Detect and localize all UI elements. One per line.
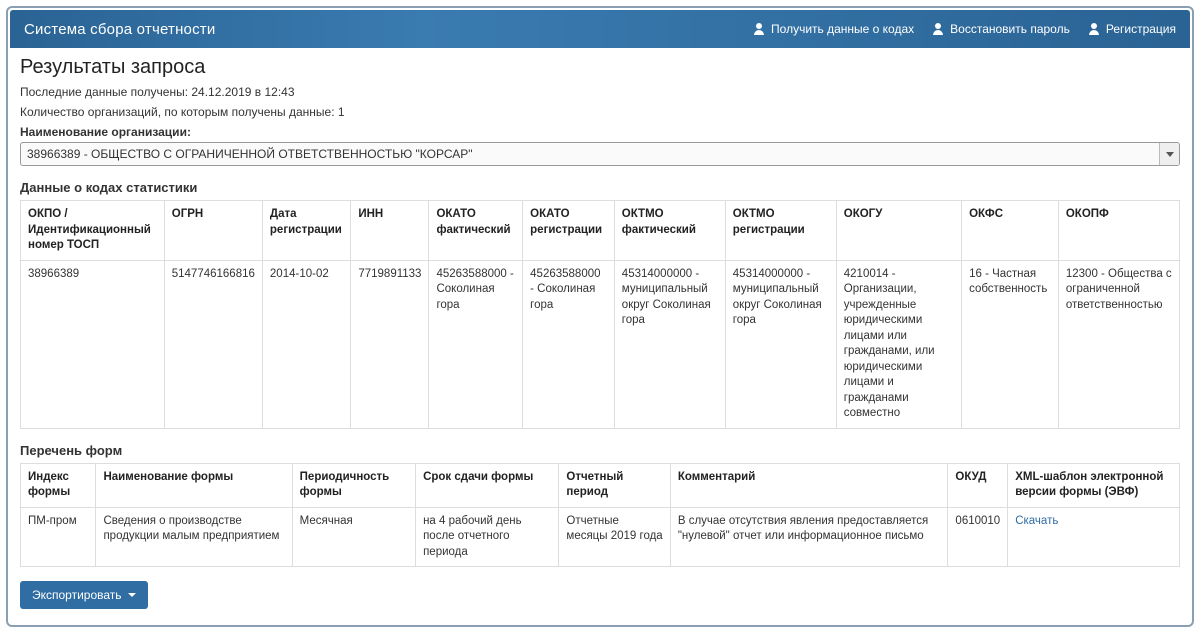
cell-inn: 7719891133 xyxy=(351,260,429,428)
table-header-row: Индекс формы Наименование формы Периодич… xyxy=(21,463,1180,507)
col-form-report-period: Отчетный период xyxy=(559,463,670,507)
cell-okato-reg: 45263588000 - Соколиная гора xyxy=(523,260,615,428)
download-icon xyxy=(753,23,765,35)
cell-form-xml: Скачать xyxy=(1008,507,1180,567)
org-select[interactable]: 38966389 - ОБЩЕСТВО С ОГРАНИЧЕННОЙ ОТВЕТ… xyxy=(20,142,1180,166)
nav-restore-password-link[interactable]: Восстановить пароль xyxy=(932,22,1070,36)
content-area: Результаты запроса Последние данные полу… xyxy=(10,48,1190,623)
cell-okpo: 38966389 xyxy=(21,260,165,428)
forms-section-title: Перечень форм xyxy=(20,443,1180,458)
export-button-label: Экспортировать xyxy=(32,588,122,602)
cell-form-name: Сведения о производстве продукции малым … xyxy=(96,507,292,567)
nav-link-label: Получить данные о кодах xyxy=(771,22,914,36)
cell-okato-fact: 45263588000 - Соколиная гора xyxy=(429,260,523,428)
person-icon xyxy=(1088,23,1100,35)
col-oktmo-reg: ОКТМО регистрации xyxy=(725,201,836,261)
nav-link-label: Регистрация xyxy=(1106,22,1176,36)
org-select-arrow[interactable] xyxy=(1159,143,1179,165)
cell-reg-date: 2014-10-02 xyxy=(262,260,350,428)
cell-form-index: ПМ-пром xyxy=(21,507,96,567)
col-okato-reg: ОКАТО регистрации xyxy=(523,201,615,261)
caret-down-icon xyxy=(128,593,136,597)
col-okopf: ОКОПФ xyxy=(1058,201,1179,261)
cell-ogrn: 5147746166816 xyxy=(164,260,262,428)
col-form-deadline: Срок сдачи формы xyxy=(416,463,559,507)
cell-form-deadline: на 4 рабочий день после отчетного период… xyxy=(416,507,559,567)
org-select-value: 38966389 - ОБЩЕСТВО С ОГРАНИЧЕННОЙ ОТВЕТ… xyxy=(27,147,473,161)
last-data-received: Последние данные получены: 24.12.2019 в … xyxy=(20,85,1180,99)
cell-oktmo-reg: 45314000000 - муниципальный округ Соколи… xyxy=(725,260,836,428)
col-inn: ИНН xyxy=(351,201,429,261)
nav-get-codes-link[interactable]: Получить данные о кодах xyxy=(753,22,914,36)
forms-table: Индекс формы Наименование формы Периодич… xyxy=(20,463,1180,568)
cell-form-comment: В случае отсутствия явления предоставляе… xyxy=(670,507,948,567)
table-row: ПМ-пром Сведения о производстве продукци… xyxy=(21,507,1180,567)
cell-oktmo-fact: 45314000000 - муниципальный округ Соколи… xyxy=(614,260,725,428)
download-xml-link[interactable]: Скачать xyxy=(1015,515,1058,527)
export-button[interactable]: Экспортировать xyxy=(20,581,148,609)
col-form-okud: ОКУД xyxy=(948,463,1008,507)
col-oktmo-fact: ОКТМО фактический xyxy=(614,201,725,261)
col-okfs: ОКФС xyxy=(962,201,1059,261)
cell-okopf: 12300 - Общества с ограниченной ответств… xyxy=(1058,260,1179,428)
col-form-index: Индекс формы xyxy=(21,463,96,507)
chevron-down-icon xyxy=(1166,152,1174,157)
navbar: Система сбора отчетности Получить данные… xyxy=(10,10,1190,48)
app-frame: Система сбора отчетности Получить данные… xyxy=(6,6,1194,627)
col-ogrn: ОГРН xyxy=(164,201,262,261)
nav-link-label: Восстановить пароль xyxy=(950,22,1070,36)
col-reg-date: Дата регистрации xyxy=(262,201,350,261)
cell-okogu: 4210014 - Организации, учрежденные юриди… xyxy=(836,260,961,428)
col-okato-fact: ОКАТО фактический xyxy=(429,201,523,261)
org-name-label: Наименование организации: xyxy=(20,125,1180,139)
cell-form-okud: 0610010 xyxy=(948,507,1008,567)
codes-section-title: Данные о кодах статистики xyxy=(20,180,1180,195)
cell-okfs: 16 - Частная собственность xyxy=(962,260,1059,428)
navbar-brand: Система сбора отчетности xyxy=(24,21,215,38)
nav-register-link[interactable]: Регистрация xyxy=(1088,22,1176,36)
codes-table: ОКПО / Идентификационный номер ТОСП ОГРН… xyxy=(20,200,1180,429)
col-form-xml: XML-шаблон электронной версии формы (ЭВФ… xyxy=(1008,463,1180,507)
table-header-row: ОКПО / Идентификационный номер ТОСП ОГРН… xyxy=(21,201,1180,261)
col-form-period: Периодичность формы xyxy=(292,463,415,507)
org-count: Количество организаций, по которым получ… xyxy=(20,105,1180,119)
table-row: 38966389 5147746166816 2014-10-02 771989… xyxy=(21,260,1180,428)
person-icon xyxy=(932,23,944,35)
page-title: Результаты запроса xyxy=(20,56,1180,79)
col-okogu: ОКОГУ xyxy=(836,201,961,261)
col-form-comment: Комментарий xyxy=(670,463,948,507)
col-form-name: Наименование формы xyxy=(96,463,292,507)
col-okpo: ОКПО / Идентификационный номер ТОСП xyxy=(21,201,165,261)
cell-form-period: Месячная xyxy=(292,507,415,567)
cell-form-report-period: Отчетные месяцы 2019 года xyxy=(559,507,670,567)
